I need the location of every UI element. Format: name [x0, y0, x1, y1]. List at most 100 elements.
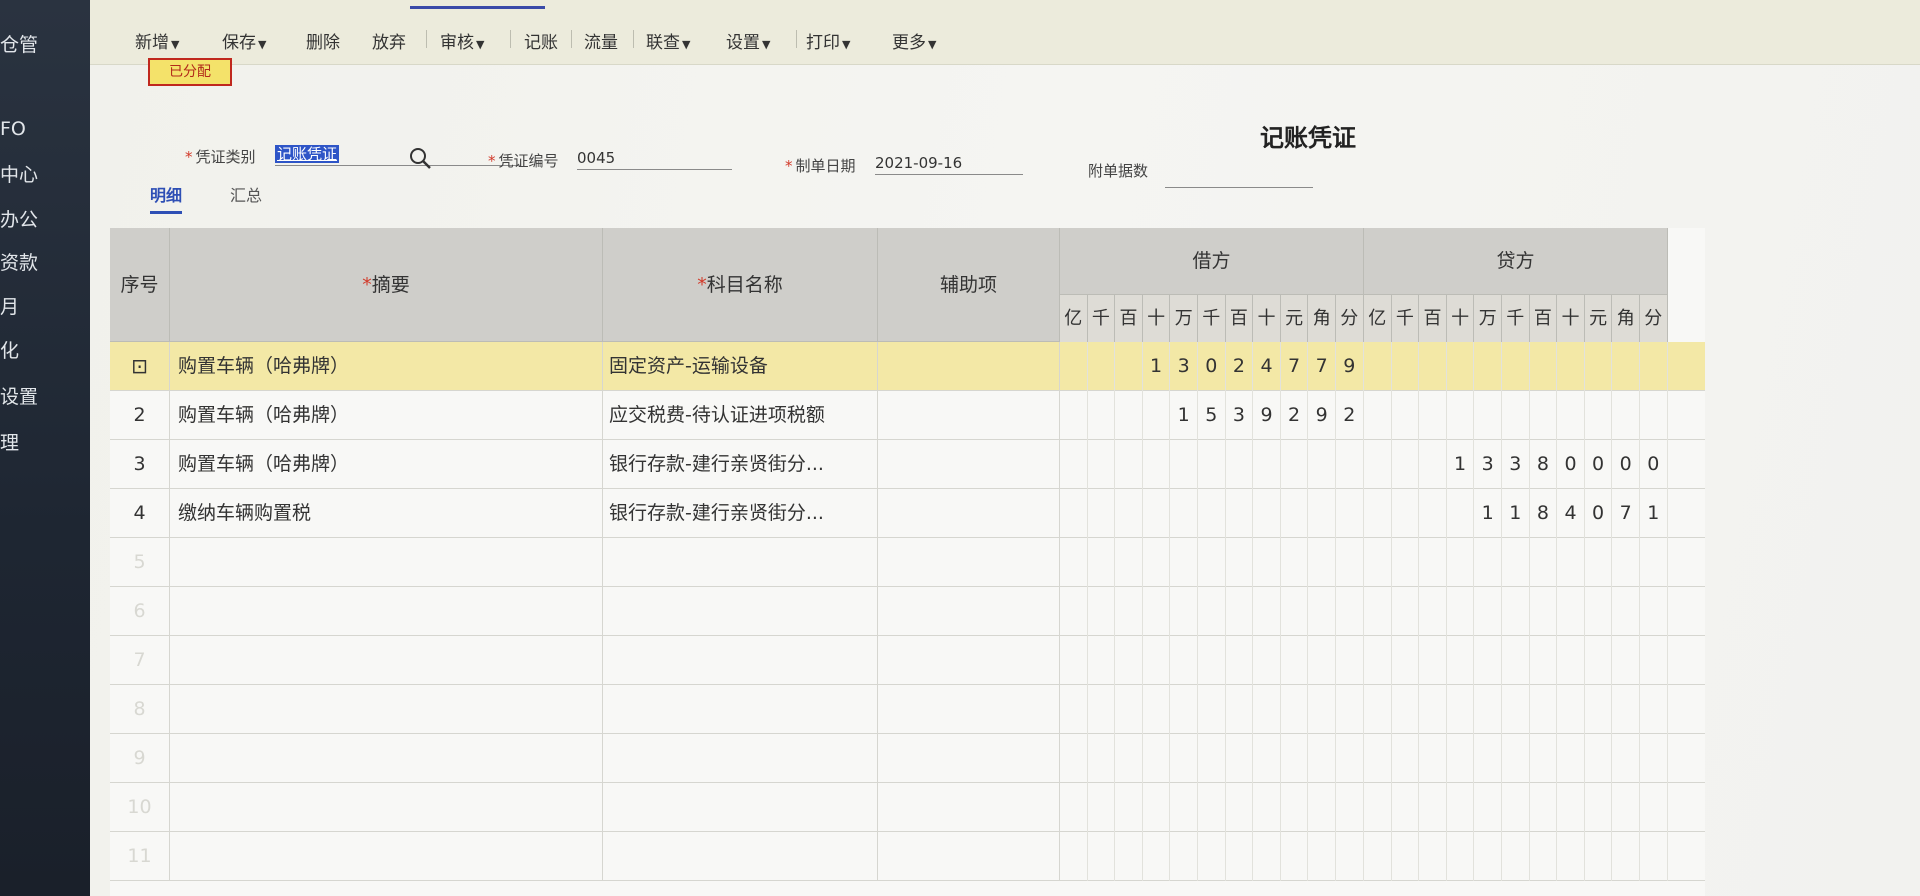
- cell-seq[interactable]: 9: [110, 734, 170, 783]
- cell-account[interactable]: [603, 685, 878, 734]
- cell-summary[interactable]: [170, 538, 603, 587]
- toolbar-button-6[interactable]: 流量: [584, 28, 618, 53]
- cell-summary[interactable]: [170, 587, 603, 636]
- cell-seq[interactable]: 10: [110, 783, 170, 832]
- cell-summary[interactable]: [170, 783, 603, 832]
- table-row[interactable]: 11: [110, 832, 1705, 881]
- cell-credit[interactable]: 13380000: [1364, 440, 1668, 489]
- cell-credit[interactable]: [1364, 391, 1668, 440]
- cell-debit[interactable]: [1060, 440, 1364, 489]
- cell-seq[interactable]: 8: [110, 685, 170, 734]
- cell-credit[interactable]: [1364, 783, 1668, 832]
- cell-seq[interactable]: 3: [110, 440, 170, 489]
- cell-credit[interactable]: 1184071: [1364, 489, 1668, 538]
- table-row[interactable]: 5: [110, 538, 1705, 587]
- voucher-date-input[interactable]: 2021-09-16: [875, 152, 1023, 175]
- table-row[interactable]: ⊡ 购置车辆（哈弗牌） 固定资产-运输设备 1 3 0 2 4 7 7 9: [110, 342, 1705, 391]
- cell-debit[interactable]: [1060, 832, 1364, 881]
- cell-seq[interactable]: 7: [110, 636, 170, 685]
- toolbar-button-9[interactable]: 打印 ▼: [806, 28, 850, 53]
- cell-summary[interactable]: [170, 685, 603, 734]
- cell-account[interactable]: [603, 636, 878, 685]
- toolbar-button-0[interactable]: 新增 ▼: [135, 28, 179, 53]
- table-row[interactable]: 2 购置车辆（哈弗牌） 应交税费-待认证进项税额 1 5 3 9 2 9 2: [110, 391, 1705, 440]
- cell-aux[interactable]: [878, 636, 1060, 685]
- sidebar-item-2[interactable]: 中心: [0, 160, 38, 187]
- voucher-type-input[interactable]: 记账凭证: [275, 143, 520, 166]
- cell-summary[interactable]: [170, 636, 603, 685]
- search-icon[interactable]: [408, 146, 434, 172]
- table-row[interactable]: 6: [110, 587, 1705, 636]
- cell-credit[interactable]: [1364, 832, 1668, 881]
- cell-account[interactable]: [603, 783, 878, 832]
- cell-seq[interactable]: 6: [110, 587, 170, 636]
- cell-seq[interactable]: 5: [110, 538, 170, 587]
- sidebar-item-6[interactable]: 化: [0, 336, 19, 363]
- cell-debit[interactable]: [1060, 587, 1364, 636]
- toolbar-button-8[interactable]: 设置 ▼: [726, 28, 770, 53]
- toolbar-button-10[interactable]: 更多 ▼: [892, 28, 936, 53]
- attachments-input[interactable]: [1165, 165, 1313, 188]
- table-row[interactable]: 3 购置车辆（哈弗牌） 银行存款-建行亲贤街分... 1 3 3 8 0 0 0 0: [110, 440, 1705, 489]
- toolbar-button-7[interactable]: 联查 ▼: [646, 28, 690, 53]
- cell-aux[interactable]: [878, 440, 1060, 489]
- cell-aux[interactable]: [878, 342, 1060, 391]
- cell-summary[interactable]: 购置车辆（哈弗牌）: [170, 391, 603, 440]
- cell-debit[interactable]: 13024779: [1060, 342, 1364, 391]
- cell-account[interactable]: [603, 587, 878, 636]
- cell-account[interactable]: [603, 734, 878, 783]
- cell-summary[interactable]: 缴纳车辆购置税: [170, 489, 603, 538]
- cell-account[interactable]: 银行存款-建行亲贤街分...: [603, 440, 878, 489]
- cell-account[interactable]: [603, 832, 878, 881]
- cell-debit[interactable]: [1060, 636, 1364, 685]
- cell-summary[interactable]: 购置车辆（哈弗牌）: [170, 440, 603, 489]
- cell-seq[interactable]: 11: [110, 832, 170, 881]
- cell-aux[interactable]: [878, 734, 1060, 783]
- voucher-number-input[interactable]: 0045: [577, 147, 732, 170]
- toolbar-button-2[interactable]: 删除: [306, 28, 340, 53]
- cell-account[interactable]: 应交税费-待认证进项税额: [603, 391, 878, 440]
- cell-seq[interactable]: 4: [110, 489, 170, 538]
- cell-summary[interactable]: [170, 734, 603, 783]
- cell-aux[interactable]: [878, 391, 1060, 440]
- cell-aux[interactable]: [878, 685, 1060, 734]
- cell-aux[interactable]: [878, 783, 1060, 832]
- cell-debit[interactable]: 1539292: [1060, 391, 1364, 440]
- table-row[interactable]: 9: [110, 734, 1705, 783]
- cell-account[interactable]: 固定资产-运输设备: [603, 342, 878, 391]
- cell-credit[interactable]: [1364, 342, 1668, 391]
- cell-debit[interactable]: [1060, 734, 1364, 783]
- toolbar-button-4[interactable]: 审核 ▼: [440, 28, 484, 53]
- insert-row-icon[interactable]: ⊡: [131, 354, 148, 378]
- cell-account[interactable]: [603, 538, 878, 587]
- cell-summary[interactable]: 购置车辆（哈弗牌）: [170, 342, 603, 391]
- sidebar-item-8[interactable]: 理: [0, 428, 19, 455]
- cell-debit[interactable]: [1060, 538, 1364, 587]
- cell-debit[interactable]: [1060, 783, 1364, 832]
- sidebar-item-5[interactable]: 月: [0, 292, 19, 319]
- cell-aux[interactable]: [878, 538, 1060, 587]
- sidebar-item-7[interactable]: 设置: [0, 382, 38, 409]
- cell-summary[interactable]: [170, 832, 603, 881]
- toolbar-button-1[interactable]: 保存 ▼: [222, 28, 266, 53]
- sidebar-item-1[interactable]: FO: [0, 118, 26, 140]
- sidebar-item-3[interactable]: 办公: [0, 205, 38, 232]
- table-row[interactable]: 4 缴纳车辆购置税 银行存款-建行亲贤街分... 1 1 8 4 0 7 1: [110, 489, 1705, 538]
- cell-account[interactable]: 银行存款-建行亲贤街分...: [603, 489, 878, 538]
- sidebar-item-0[interactable]: 仓管: [0, 30, 38, 57]
- cell-debit[interactable]: [1060, 489, 1364, 538]
- cell-credit[interactable]: [1364, 636, 1668, 685]
- cell-aux[interactable]: [878, 587, 1060, 636]
- cell-aux[interactable]: [878, 832, 1060, 881]
- table-row[interactable]: 7: [110, 636, 1705, 685]
- cell-seq[interactable]: 2: [110, 391, 170, 440]
- cell-credit[interactable]: [1364, 538, 1668, 587]
- tab-detail[interactable]: 明细: [150, 182, 183, 214]
- cell-credit[interactable]: [1364, 685, 1668, 734]
- cell-credit[interactable]: [1364, 587, 1668, 636]
- table-row[interactable]: 10: [110, 783, 1705, 832]
- toolbar-button-3[interactable]: 放弃: [372, 28, 406, 53]
- tab-summary[interactable]: 汇总: [230, 182, 262, 206]
- cell-debit[interactable]: [1060, 685, 1364, 734]
- toolbar-button-5[interactable]: 记账: [524, 28, 558, 53]
